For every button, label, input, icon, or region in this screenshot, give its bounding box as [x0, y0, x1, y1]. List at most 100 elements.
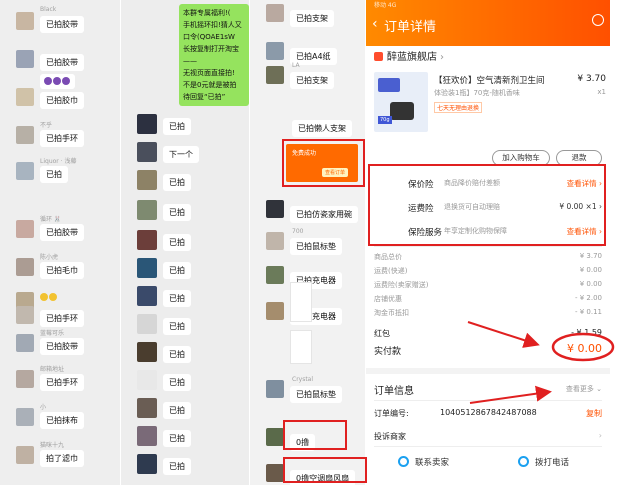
devil-emoji-icon — [44, 77, 52, 85]
chat-column-1: Black 已拍胶带 已拍胶带 已拍胶巾 不乎 已拍手环 Liquor · 浅藤 已拍 循环 🐰… — [0, 0, 120, 485]
product-quantity: x1 — [597, 88, 606, 96]
avatar[interactable] — [16, 88, 34, 106]
avatar[interactable] — [137, 370, 157, 390]
message-bubble[interactable]: 已拍抹布 — [40, 412, 84, 429]
avatar[interactable] — [266, 428, 284, 446]
avatar[interactable] — [137, 342, 157, 362]
avatar[interactable] — [137, 114, 157, 134]
fee-value: - ¥ 2.00 — [574, 294, 602, 302]
avatar[interactable] — [266, 4, 284, 22]
sender-nickname: 邮箱地址 — [40, 366, 65, 373]
message-bubble[interactable]: 已拍支架 — [290, 72, 334, 89]
avatar[interactable] — [16, 306, 34, 324]
message-bubble[interactable]: 已拍手环 — [40, 310, 84, 327]
avatar[interactable] — [266, 464, 284, 482]
message-bubble[interactable]: 已拍 — [40, 166, 68, 183]
message-bubble[interactable]: 已拍懒人支架 — [292, 120, 352, 137]
message-bubble[interactable]: 已拍 — [163, 290, 191, 307]
avatar[interactable] — [16, 50, 34, 68]
avatar[interactable] — [16, 446, 34, 464]
shop-row[interactable]: 醉蓝旗舰店 › — [374, 48, 444, 63]
product-title[interactable]: 【狂欢价】空气清新剂卫生间 — [434, 74, 584, 86]
avatar[interactable] — [16, 370, 34, 388]
message-bubble[interactable]: 已拍鼠标垫 — [290, 238, 342, 255]
avatar[interactable] — [137, 170, 157, 190]
avatar[interactable] — [137, 426, 157, 446]
avatar[interactable] — [16, 12, 34, 30]
status-bar-text: 移动 4G — [374, 2, 397, 9]
announcement-line: —— — [183, 57, 197, 65]
avatar[interactable] — [16, 408, 34, 426]
screenshot-thumbnail[interactable] — [290, 330, 312, 364]
avatar[interactable] — [16, 162, 34, 180]
product-bottle-graphic — [390, 102, 414, 120]
message-bubble[interactable]: 拍了滤巾 — [40, 450, 84, 467]
smile-emoji-icon — [49, 293, 57, 301]
avatar[interactable] — [137, 142, 157, 162]
message-bubble[interactable]: 已拍鼠标垫 — [290, 386, 342, 403]
fee-row: 运费(快递) ¥ 0.00 — [374, 266, 602, 278]
announcement-bubble[interactable]: 本群专属福利!(手机摇环扣!猜人又 口令(QOAE1sW 长按复制打开淘宝 —— 无视… — [179, 4, 249, 106]
product-image[interactable]: 70g — [374, 72, 428, 132]
message-bubble[interactable]: 已拍胶带 — [40, 54, 84, 71]
avatar[interactable] — [266, 232, 284, 250]
chat-icon — [398, 456, 409, 467]
message-bubble[interactable]: 已拍 — [163, 374, 191, 391]
message-bubble[interactable]: 已拍胶带 — [40, 338, 84, 355]
message-bubble[interactable]: 已拍毛巾 — [40, 262, 84, 279]
view-more-link[interactable]: 查看更多 ⌄ — [566, 384, 602, 394]
message-bubble[interactable] — [40, 292, 58, 303]
avatar[interactable] — [16, 126, 34, 144]
avatar[interactable] — [16, 334, 34, 352]
avatar[interactable] — [266, 266, 284, 284]
message-bubble[interactable]: 已拍胶巾 — [40, 92, 84, 109]
sender-nickname: 猫咪十九 — [40, 442, 65, 449]
more-icon[interactable] — [592, 14, 604, 26]
message-bubble[interactable] — [40, 74, 75, 89]
avatar[interactable] — [266, 42, 284, 60]
message-bubble[interactable]: 已拍 — [163, 346, 191, 363]
call-button[interactable]: 拨打电话 — [518, 452, 569, 474]
complain-merchant-link[interactable]: 投诉商家 — [374, 431, 406, 442]
message-bubble[interactable]: 已拍 — [163, 118, 191, 135]
avatar[interactable] — [266, 380, 284, 398]
fee-row: 淘金币抵扣 - ¥ 0.11 — [374, 308, 602, 320]
screenshot-thumbnail[interactable] — [290, 282, 312, 322]
message-bubble[interactable]: 已拍支架 — [290, 10, 334, 27]
message-bubble[interactable]: 已拍手环 — [40, 130, 84, 147]
avatar[interactable] — [137, 454, 157, 474]
back-arrow-icon[interactable]: ‹ — [372, 16, 378, 32]
announcement-line: 不是0元就是被拍 — [183, 81, 237, 89]
avatar[interactable] — [137, 314, 157, 334]
message-bubble[interactable]: 已拍 — [163, 204, 191, 221]
message-bubble[interactable]: 已拍 — [163, 458, 191, 475]
avatar[interactable] — [16, 220, 34, 238]
fee-label: 运费险(卖家赠送) — [374, 281, 429, 289]
avatar[interactable] — [137, 286, 157, 306]
avatar[interactable] — [137, 398, 157, 418]
shop-name: 醉蓝旗舰店 — [387, 52, 437, 63]
message-bubble[interactable]: 下一个 — [163, 146, 199, 163]
avatar[interactable] — [266, 302, 284, 320]
avatar[interactable] — [16, 258, 34, 276]
message-bubble[interactable]: 已拍手环 — [40, 374, 84, 391]
message-bubble[interactable]: 已拍 — [163, 262, 191, 279]
avatar[interactable] — [137, 200, 157, 220]
message-bubble[interactable]: 已拍胶带 — [40, 224, 84, 241]
message-bubble[interactable]: 已拍 — [163, 402, 191, 419]
avatar[interactable] — [137, 258, 157, 278]
sender-nickname: Liquor · 浅藤 — [40, 158, 77, 165]
announcement-line: 待回复“已拍” — [183, 93, 226, 101]
message-bubble[interactable]: 已拍仿瓷家用碗 — [290, 206, 358, 223]
message-bubble[interactable]: 已拍 — [163, 430, 191, 447]
avatar[interactable] — [266, 200, 284, 218]
contact-seller-button[interactable]: 联系卖家 — [398, 452, 449, 474]
message-bubble[interactable]: 已拍 — [163, 234, 191, 251]
chevron-right-icon: › — [440, 52, 444, 63]
avatar[interactable] — [137, 230, 157, 250]
avatar[interactable] — [266, 66, 284, 84]
message-bubble[interactable]: 已拍 — [163, 174, 191, 191]
message-bubble[interactable]: 已拍 — [163, 318, 191, 335]
copy-button[interactable]: 复制 — [586, 408, 602, 419]
message-bubble[interactable]: 已拍胶带 — [40, 16, 84, 33]
